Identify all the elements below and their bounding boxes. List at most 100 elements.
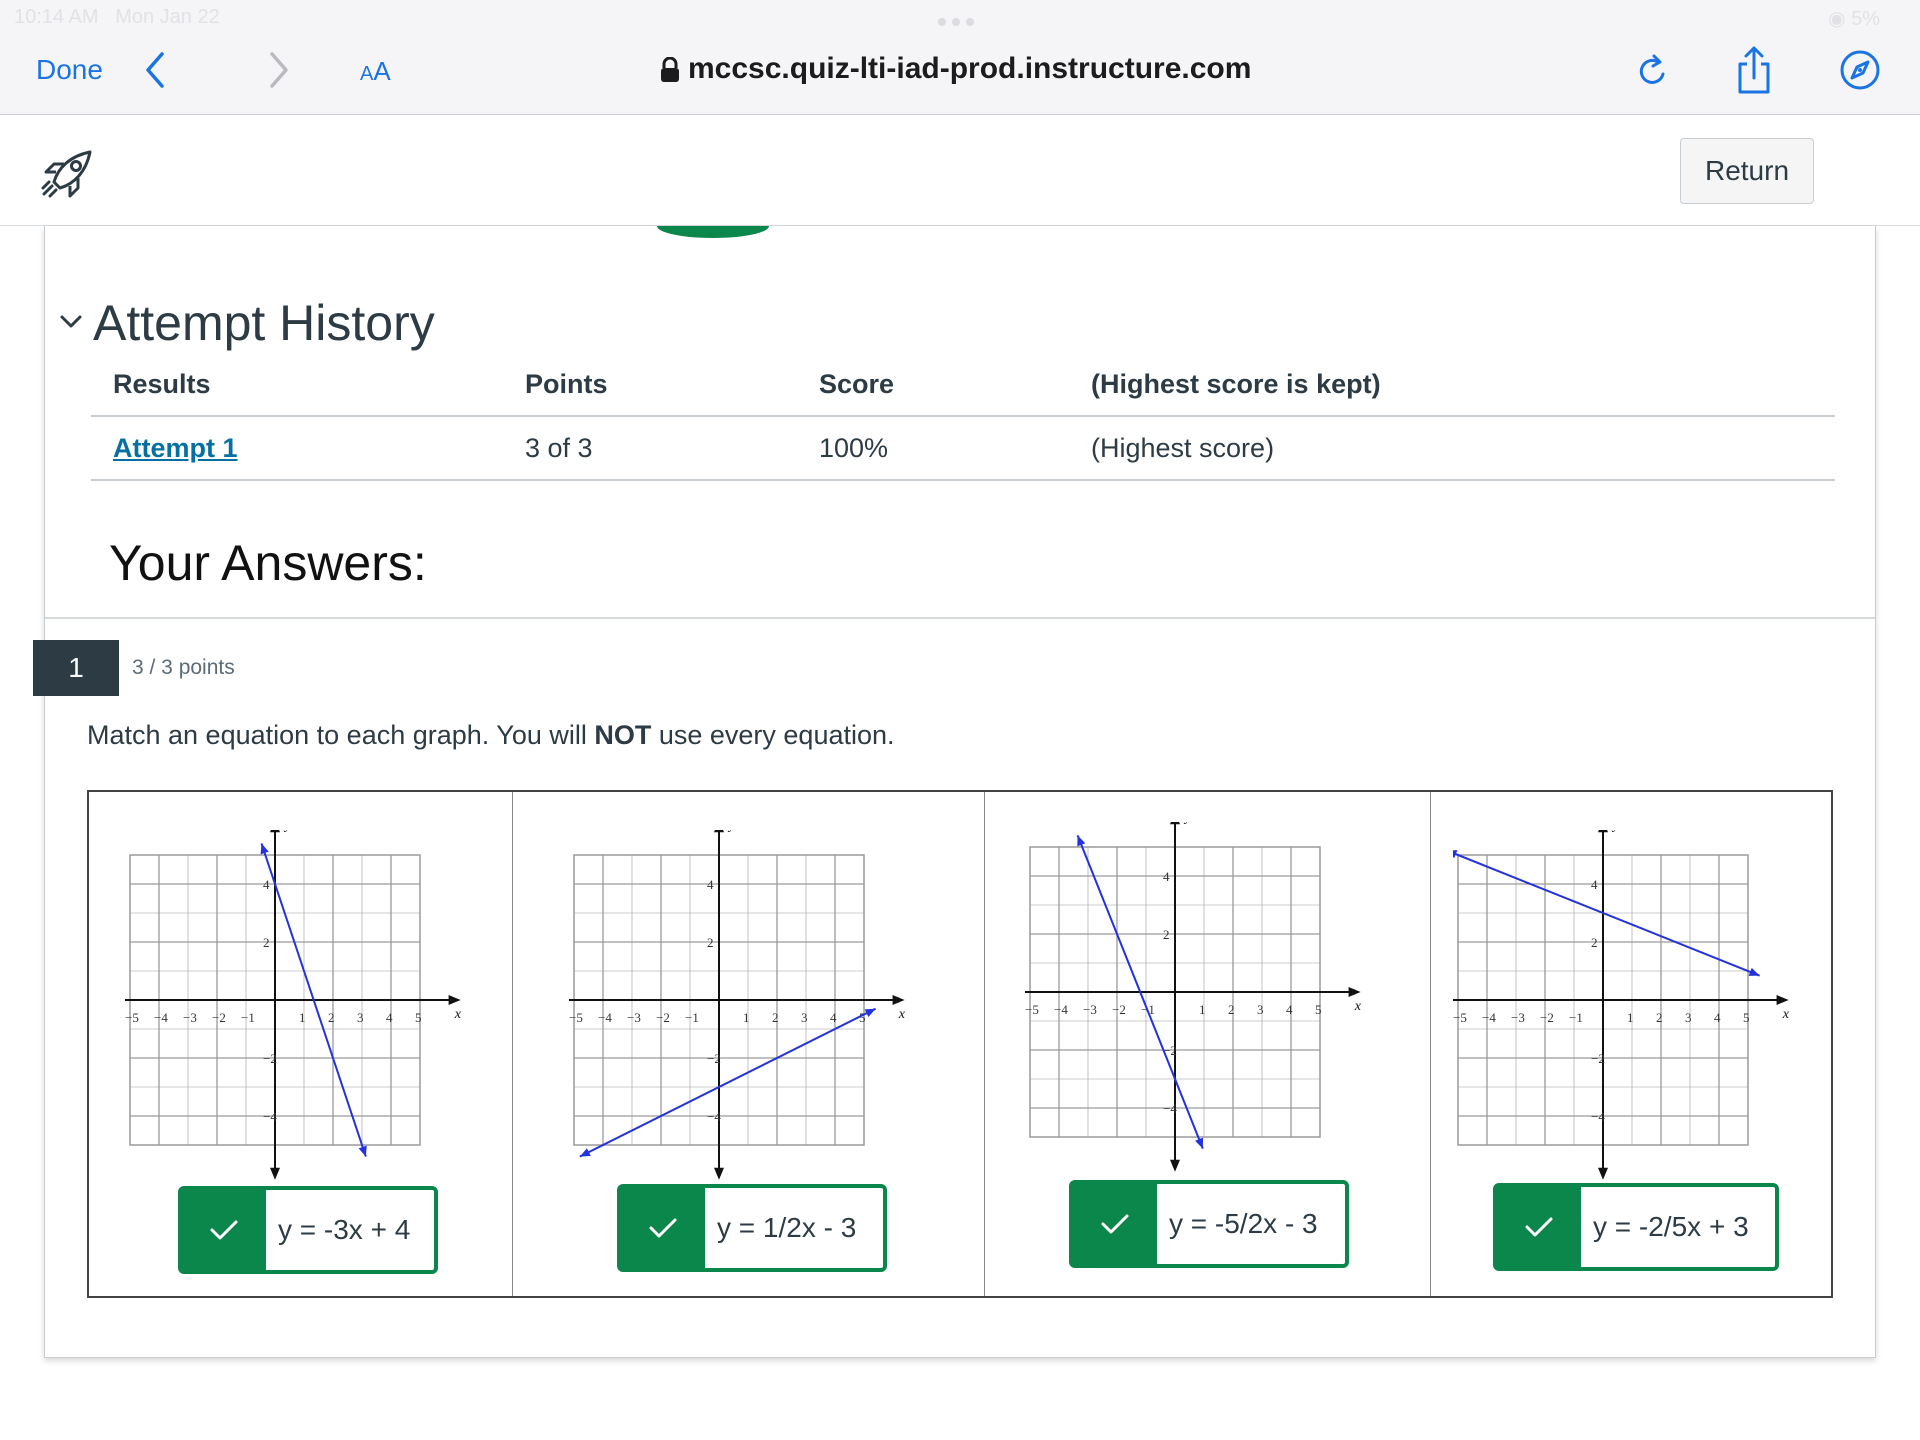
question-points: 3 / 3 points xyxy=(132,656,235,679)
check-icon xyxy=(621,1188,705,1268)
attempt-note: (Highest score) xyxy=(1069,416,1835,481)
x-tick-label: 1 xyxy=(1199,1002,1206,1017)
x-axis-label: x xyxy=(1782,1007,1790,1022)
header-highest-kept: (Highest score is kept) xyxy=(1069,354,1835,417)
y-tick-label: −2 xyxy=(1591,1051,1605,1066)
results-card: Attempt History Results Points Score (Hi… xyxy=(33,226,1876,1358)
x-tick-label: −1 xyxy=(1569,1010,1583,1025)
attempt-1-link[interactable]: Attempt 1 xyxy=(113,433,238,463)
reload-icon xyxy=(1639,54,1665,84)
x-tick-label: 1 xyxy=(1627,1010,1634,1025)
line-arrowhead xyxy=(260,843,269,855)
y-tick-label: 2 xyxy=(263,935,270,950)
share-button[interactable] xyxy=(1734,44,1774,103)
x-tick-label: 2 xyxy=(1656,1010,1663,1025)
y-axis-label: y xyxy=(283,830,292,833)
graph-cell-3: xy−5−4−3−2−11234542−2−4 y = -5/2x - 3 xyxy=(985,792,1431,1296)
x-tick-label: 5 xyxy=(415,1010,422,1025)
x-tick-label: −3 xyxy=(627,1010,641,1025)
check-icon xyxy=(182,1190,266,1270)
y-tick-label: −4 xyxy=(263,1109,277,1124)
x-tick-label: 3 xyxy=(801,1010,808,1025)
reader-aa-button[interactable]: AA xyxy=(360,56,391,87)
answer-box-2[interactable]: y = 1/2x - 3 xyxy=(617,1184,887,1272)
share-icon xyxy=(1738,46,1770,94)
header-points: Points xyxy=(503,354,797,417)
x-tick-label: −2 xyxy=(1540,1010,1554,1025)
x-tick-label: −1 xyxy=(685,1010,699,1025)
y-tick-label: −4 xyxy=(1163,1101,1177,1116)
attempt-points: 3 of 3 xyxy=(503,416,797,481)
x-tick-label: −5 xyxy=(1025,1002,1039,1017)
x-tick-label: −4 xyxy=(1482,1010,1496,1025)
line-arrowhead xyxy=(1195,1137,1204,1149)
answer-box-4[interactable]: y = -2/5x + 3 xyxy=(1493,1183,1779,1271)
y-tick-label: 4 xyxy=(1591,877,1598,892)
y-axis-label: y xyxy=(1183,822,1192,825)
answer-box-3[interactable]: y = -5/2x - 3 xyxy=(1069,1180,1349,1268)
x-tick-label: −4 xyxy=(154,1010,168,1025)
browser-toolbar: Done AA mccsc.quiz-lti-iad-prod.instruct… xyxy=(0,34,1920,115)
graph-3: xy−5−4−3−2−11234542−2−4 xyxy=(1025,822,1362,1172)
y-axis-label: y xyxy=(727,830,736,833)
question-prompt: Match an equation to each graph. You wil… xyxy=(87,720,895,750)
attempt-history-title[interactable]: Attempt History xyxy=(93,294,435,352)
chevron-right-icon xyxy=(270,52,288,88)
answer-box-1[interactable]: y = -3x + 4 xyxy=(178,1186,438,1274)
answer-equation: y = 1/2x - 3 xyxy=(717,1212,857,1243)
y-axis-label: y xyxy=(1611,830,1620,833)
answer-equation: y = -5/2x - 3 xyxy=(1169,1208,1318,1239)
x-axis-label: x xyxy=(898,1007,906,1022)
table-header-row: Results Points Score (Highest score is k… xyxy=(91,354,1835,417)
x-tick-label: −5 xyxy=(1453,1010,1467,1025)
bookmarks-button[interactable] xyxy=(1838,48,1882,99)
chevron-down-icon[interactable] xyxy=(59,314,83,335)
y-tick-label: −2 xyxy=(707,1051,721,1066)
x-tick-label: 1 xyxy=(299,1010,306,1025)
y-tick-label: −2 xyxy=(263,1051,277,1066)
section-divider xyxy=(45,617,1875,619)
graph-matching-table: x y −5 −4 −3 −2 −1 1 2 3 4 5 4 2 −2 −4 y = -3x + 4 x y −5… xyxy=(87,790,1833,1298)
y-tick-label: 4 xyxy=(1163,869,1170,884)
x-tick-label: 2 xyxy=(328,1010,335,1025)
reload-button[interactable] xyxy=(1636,52,1670,99)
return-button[interactable]: Return xyxy=(1680,138,1814,204)
x-tick-label: 1 xyxy=(743,1010,750,1025)
x-tick-label: −3 xyxy=(1511,1010,1525,1025)
done-button[interactable]: Done xyxy=(36,54,103,86)
x-tick-label: 4 xyxy=(1286,1002,1293,1017)
status-time: 10:14 AM Mon Jan 22 xyxy=(14,6,220,28)
x-tick-label: 3 xyxy=(357,1010,364,1025)
x-tick-label: −4 xyxy=(598,1010,612,1025)
y-tick-label: 4 xyxy=(707,877,714,892)
line-arrowhead xyxy=(1077,835,1086,847)
header-results: Results xyxy=(91,354,503,417)
url-text: mccsc.quiz-lti-iad-prod.instructure.com xyxy=(688,52,1252,85)
x-tick-label: −5 xyxy=(125,1010,139,1025)
check-icon xyxy=(1073,1184,1157,1264)
x-tick-label: 3 xyxy=(1257,1002,1264,1017)
back-button[interactable] xyxy=(142,48,168,99)
attempt-score: 100% xyxy=(797,416,1069,481)
x-tick-label: 5 xyxy=(1743,1010,1750,1025)
app-header: Return xyxy=(0,116,1920,226)
line-arrowhead xyxy=(1748,967,1760,976)
answer-equation: y = -2/5x + 3 xyxy=(1593,1211,1749,1242)
graph-cell-2: xy−5−4−3−2−11234542−2−4 y = 1/2x - 3 xyxy=(513,792,985,1296)
line-arrowhead xyxy=(358,1145,367,1157)
graph-cell-4: x y −5 −4 −3 −2 −1 1 2 3 4 5 4 2 −2 −4 y = -2/5x + 3 xyxy=(1431,792,1831,1296)
forward-button[interactable] xyxy=(266,48,292,99)
y-tick-label: 2 xyxy=(707,935,714,950)
graph-cell-1: x y −5 −4 −3 −2 −1 1 2 3 4 5 4 2 −2 −4 y = -3x + 4 xyxy=(89,792,513,1296)
header-score: Score xyxy=(797,354,1069,417)
address-bar[interactable]: mccsc.quiz-lti-iad-prod.instructure.com xyxy=(660,52,1251,86)
x-tick-label: −3 xyxy=(1083,1002,1097,1017)
question-number-badge: 1 xyxy=(33,640,119,696)
y-tick-label: 2 xyxy=(1163,927,1170,942)
x-tick-label: 5 xyxy=(1315,1002,1322,1017)
x-tick-label: −2 xyxy=(1112,1002,1126,1017)
x-tick-label: −4 xyxy=(1054,1002,1068,1017)
score-ring-fragment xyxy=(657,226,769,238)
x-tick-label: −5 xyxy=(569,1010,583,1025)
multitasking-dots[interactable] xyxy=(938,13,982,26)
